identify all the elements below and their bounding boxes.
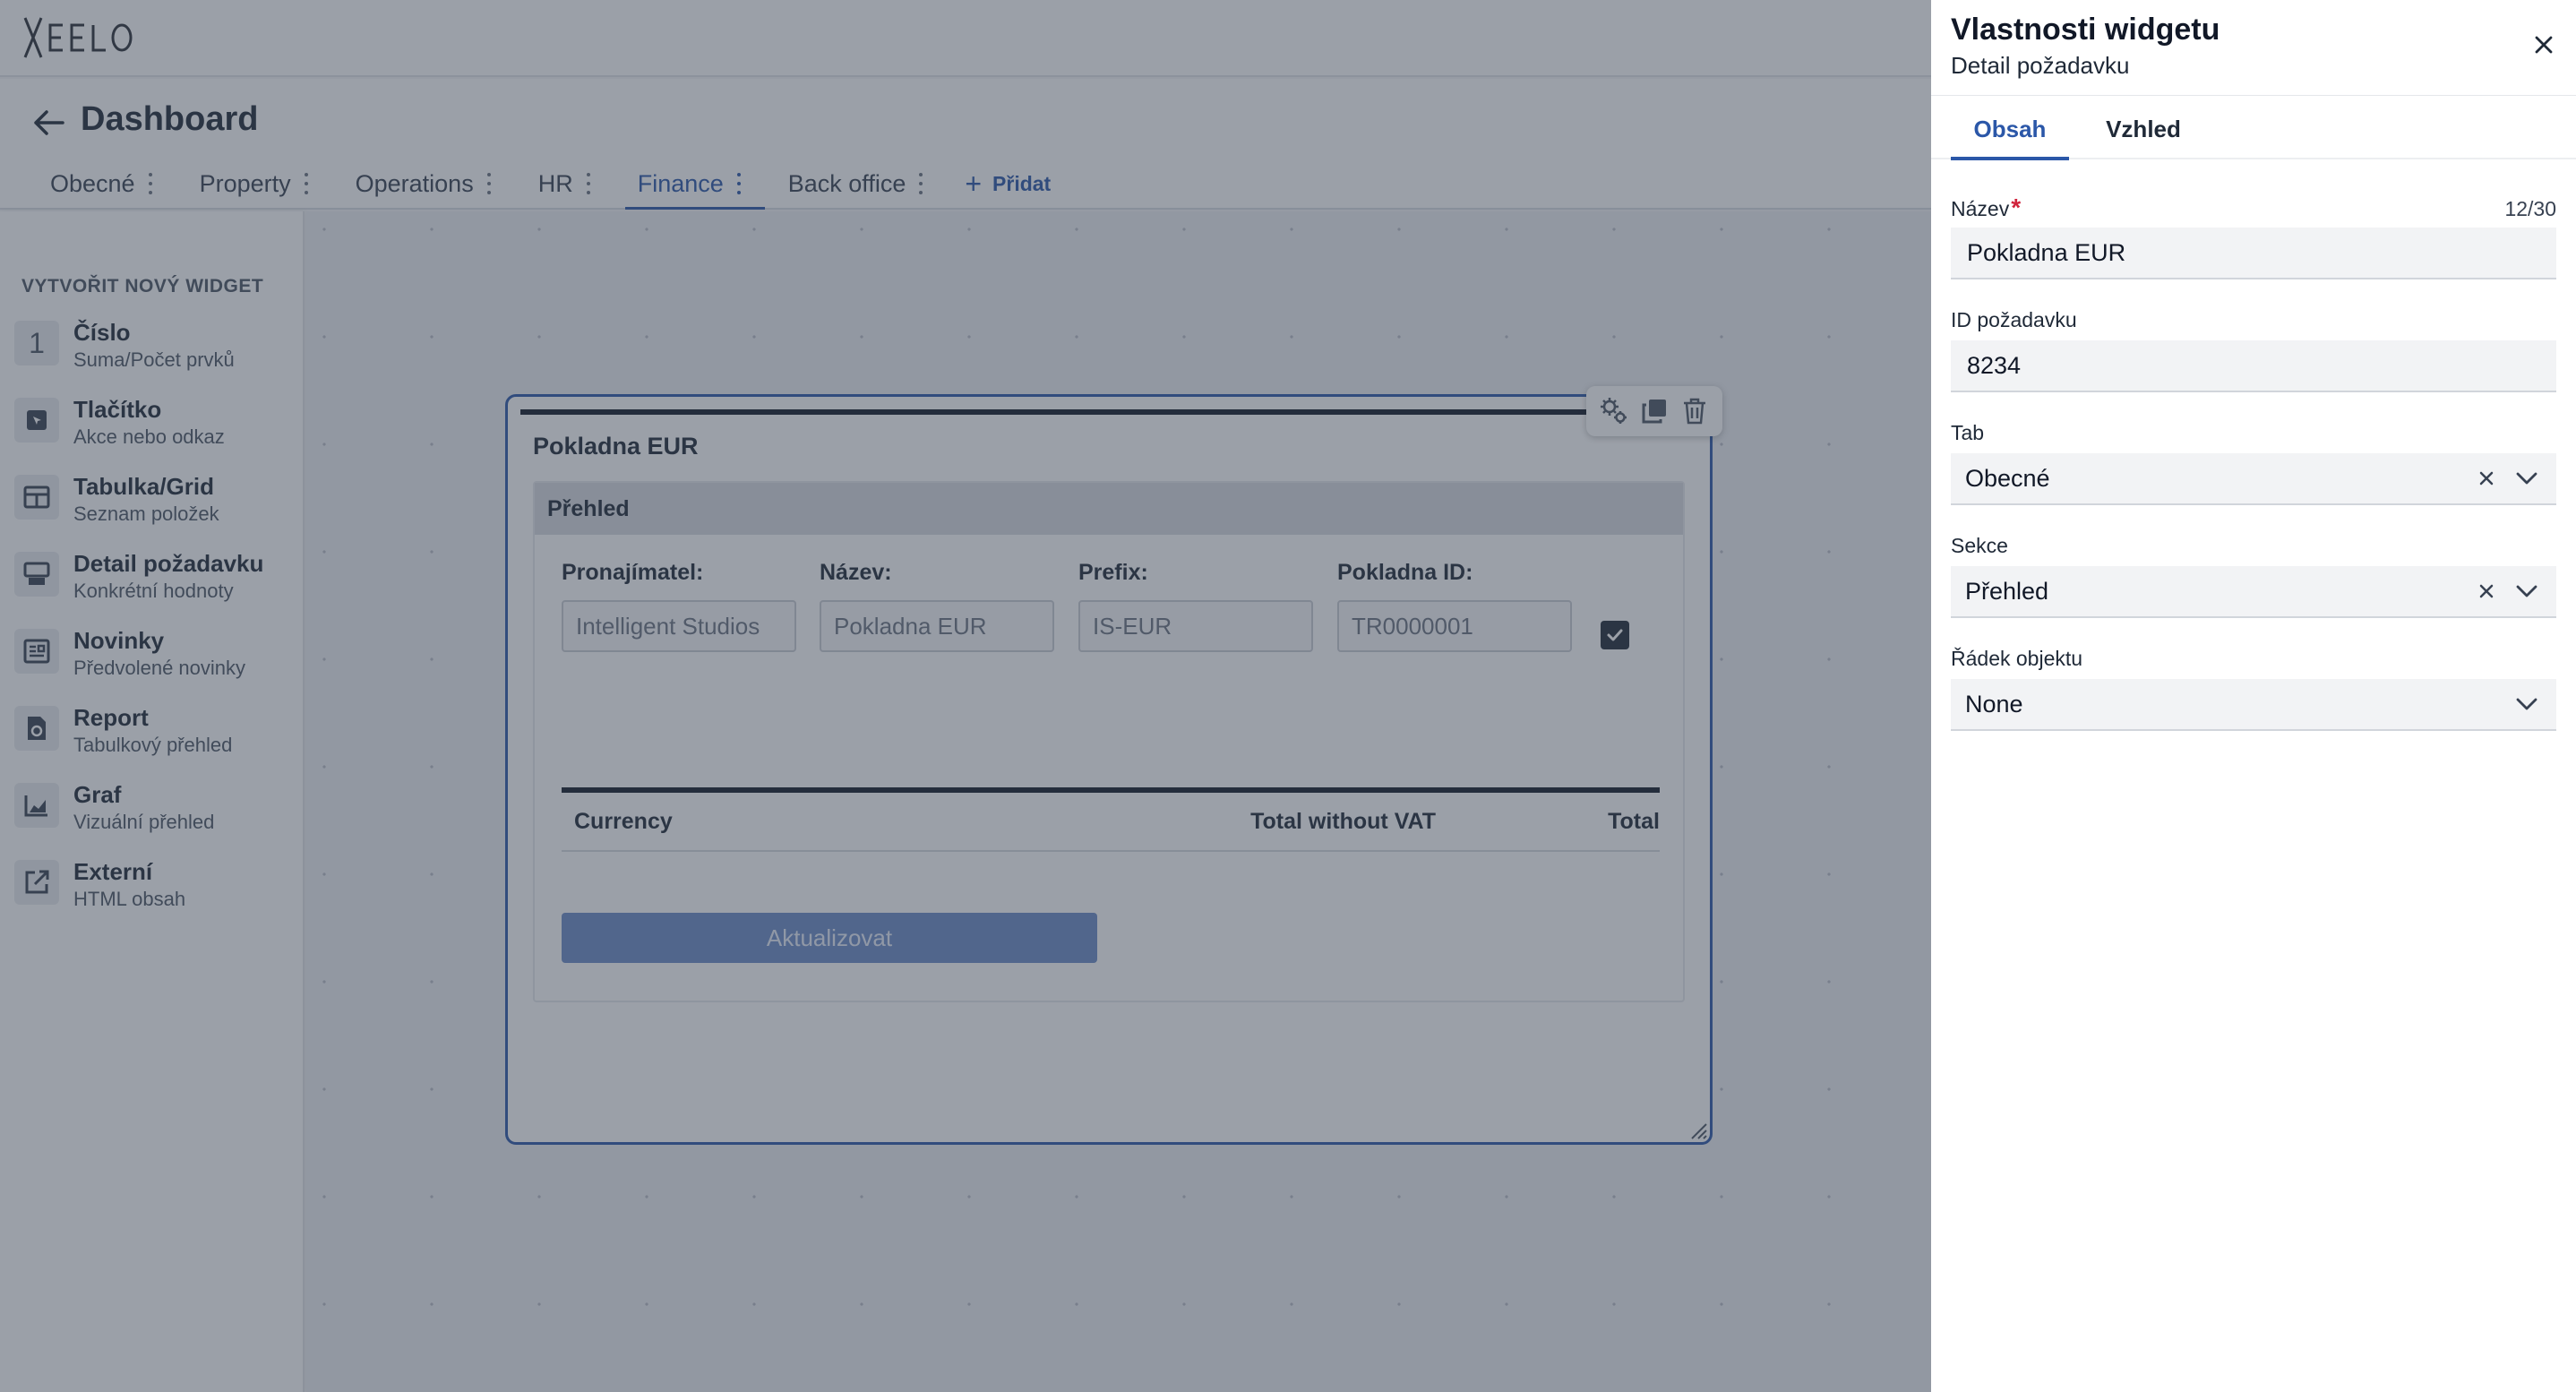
drawer-tabs: Obsah Vzhled — [1931, 95, 2576, 160]
object-row-select[interactable]: None — [1951, 679, 2556, 731]
character-counter: 12/30 — [2504, 197, 2556, 220]
clear-icon[interactable] — [2474, 466, 2499, 491]
close-icon[interactable] — [2529, 30, 2558, 59]
request-id-label: ID požadavku — [1951, 308, 2077, 331]
drawer-title: Vlastnosti widgetu — [1951, 13, 2220, 47]
tab-obsah[interactable]: Obsah — [1951, 116, 2069, 160]
widget-properties-drawer: Vlastnosti widgetu Detail požadavku Obsa… — [1931, 0, 2576, 1392]
chevron-down-icon[interactable] — [2513, 578, 2540, 605]
required-mark: * — [2011, 193, 2022, 221]
modal-overlay[interactable] — [0, 0, 1931, 1392]
request-id-input[interactable]: 8234 — [1951, 340, 2556, 392]
tab-select-label: Tab — [1951, 421, 1985, 444]
tab-vzhled[interactable]: Vzhled — [2092, 116, 2194, 160]
object-row-label: Řádek objektu — [1951, 647, 2083, 670]
drawer-subtitle: Detail požadavku — [1951, 52, 2130, 79]
section-select-label: Sekce — [1951, 534, 2008, 557]
name-input[interactable]: Pokladna EUR — [1951, 228, 2556, 279]
section-select-value: Přehled — [1965, 577, 2049, 605]
name-label: Název* — [1951, 193, 2022, 221]
chevron-down-icon[interactable] — [2513, 465, 2540, 492]
section-select[interactable]: Přehled — [1951, 566, 2556, 618]
tab-select[interactable]: Obecné — [1951, 453, 2556, 505]
object-row-value: None — [1965, 690, 2023, 717]
clear-icon[interactable] — [2474, 579, 2499, 604]
tab-select-value: Obecné — [1965, 464, 2050, 492]
dashboard-app: Dashboard Obecné Property Operations HR … — [0, 0, 1931, 1392]
chevron-down-icon[interactable] — [2513, 691, 2540, 717]
